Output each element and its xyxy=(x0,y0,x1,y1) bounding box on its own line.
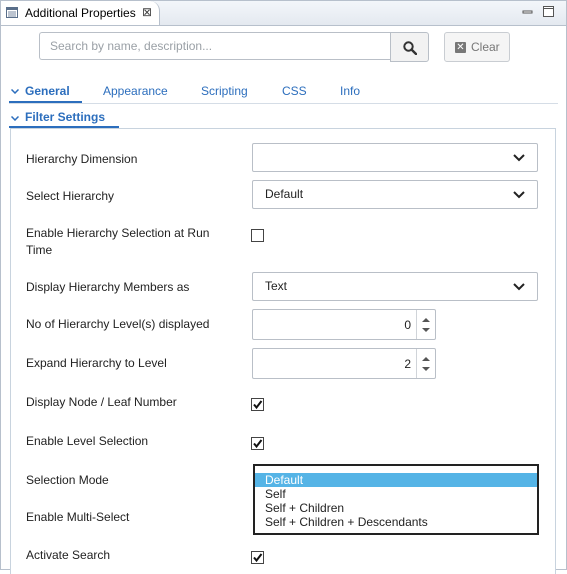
expand-to-level-label: Expand Hierarchy to Level xyxy=(26,356,167,370)
close-view-icon[interactable]: ⊠ xyxy=(142,4,152,20)
tab-bar: General Appearance Scripting CSS Info xyxy=(9,81,558,104)
properties-icon xyxy=(6,7,18,18)
stepper-down-icon[interactable] xyxy=(422,367,430,371)
listbox-option[interactable]: Default xyxy=(255,473,537,487)
clear-label: Clear xyxy=(471,40,500,54)
view-tab[interactable]: Additional Properties ⊠ xyxy=(1,1,160,25)
enable-multi-select-label: Enable Multi-Select xyxy=(26,510,130,524)
listbox-option[interactable]: Self xyxy=(255,487,537,501)
stepper-down-icon[interactable] xyxy=(422,328,430,332)
listbox-option[interactable]: Self + Children xyxy=(255,501,537,515)
enable-hierarchy-selection-label: Enable Hierarchy Selection at Run Time xyxy=(26,226,210,257)
stepper-buttons[interactable] xyxy=(416,349,435,378)
checkmark-icon xyxy=(253,439,263,449)
enable-level-selection-checkbox[interactable] xyxy=(251,437,264,450)
tab-info[interactable]: Info xyxy=(340,84,360,98)
hierarchy-dimension-label: Hierarchy Dimension xyxy=(26,152,138,166)
dropdown-value: Text xyxy=(265,279,288,293)
tab-appearance[interactable]: Appearance xyxy=(103,84,168,98)
stepper-up-icon[interactable] xyxy=(422,318,430,322)
select-hierarchy-label: Select Hierarchy xyxy=(26,189,115,203)
checkmark-icon xyxy=(253,553,263,563)
dropdown-value: Default xyxy=(265,187,304,201)
clear-icon: ✕ xyxy=(455,42,466,53)
maximize-icon[interactable] xyxy=(542,5,556,19)
stepper-value: 2 xyxy=(404,357,411,371)
activate-search-label: Activate Search xyxy=(26,548,111,562)
tab-css[interactable]: CSS xyxy=(282,84,307,98)
stepper-buttons[interactable] xyxy=(416,310,435,339)
enable-level-selection-label: Enable Level Selection xyxy=(26,434,149,448)
chevron-down-icon xyxy=(11,89,19,94)
checkmark-icon xyxy=(253,400,263,410)
clear-button[interactable]: ✕ Clear xyxy=(444,32,510,62)
minimize-icon[interactable] xyxy=(521,5,535,19)
tab-scripting[interactable]: Scripting xyxy=(201,84,248,98)
chevron-down-icon xyxy=(513,191,525,199)
search-icon xyxy=(403,41,417,55)
levels-displayed-stepper[interactable]: 0 xyxy=(252,309,436,340)
chevron-down-icon xyxy=(513,154,525,162)
view-title-bar: Additional Properties ⊠ xyxy=(1,1,566,26)
select-hierarchy-dropdown[interactable]: Default xyxy=(252,180,538,209)
expand-to-level-stepper[interactable]: 2 xyxy=(252,348,436,379)
stepper-up-icon[interactable] xyxy=(422,357,430,361)
view-title: Additional Properties xyxy=(25,6,136,20)
search-input[interactable] xyxy=(39,32,390,60)
selection-mode-label: Selection Mode xyxy=(26,473,109,487)
display-members-as-label: Display Hierarchy Members as xyxy=(26,280,190,294)
display-members-as-dropdown[interactable]: Text xyxy=(252,272,538,301)
display-node-leaf-checkbox[interactable] xyxy=(251,398,264,411)
stepper-value: 0 xyxy=(404,318,411,332)
active-tab-indicator xyxy=(9,101,82,103)
levels-displayed-label: No of Hierarchy Level(s) displayed xyxy=(26,317,210,331)
properties-view: Additional Properties ⊠ ✕ Clear General … xyxy=(0,0,567,574)
section-title: Filter Settings xyxy=(25,110,106,124)
listbox-option[interactable]: Self + Children + Descendants xyxy=(255,515,537,529)
chevron-down-icon xyxy=(513,283,525,291)
search-button[interactable] xyxy=(390,32,429,62)
chevron-down-icon xyxy=(11,116,19,121)
enable-hierarchy-selection-checkbox[interactable] xyxy=(251,229,264,242)
tab-general[interactable]: General xyxy=(25,84,70,98)
hierarchy-dimension-dropdown[interactable] xyxy=(252,143,538,172)
selection-mode-listbox[interactable]: Default Self Self + Children Self + Chil… xyxy=(253,464,539,535)
display-node-leaf-label: Display Node / Leaf Number xyxy=(26,395,177,409)
activate-search-checkbox[interactable] xyxy=(251,551,264,564)
